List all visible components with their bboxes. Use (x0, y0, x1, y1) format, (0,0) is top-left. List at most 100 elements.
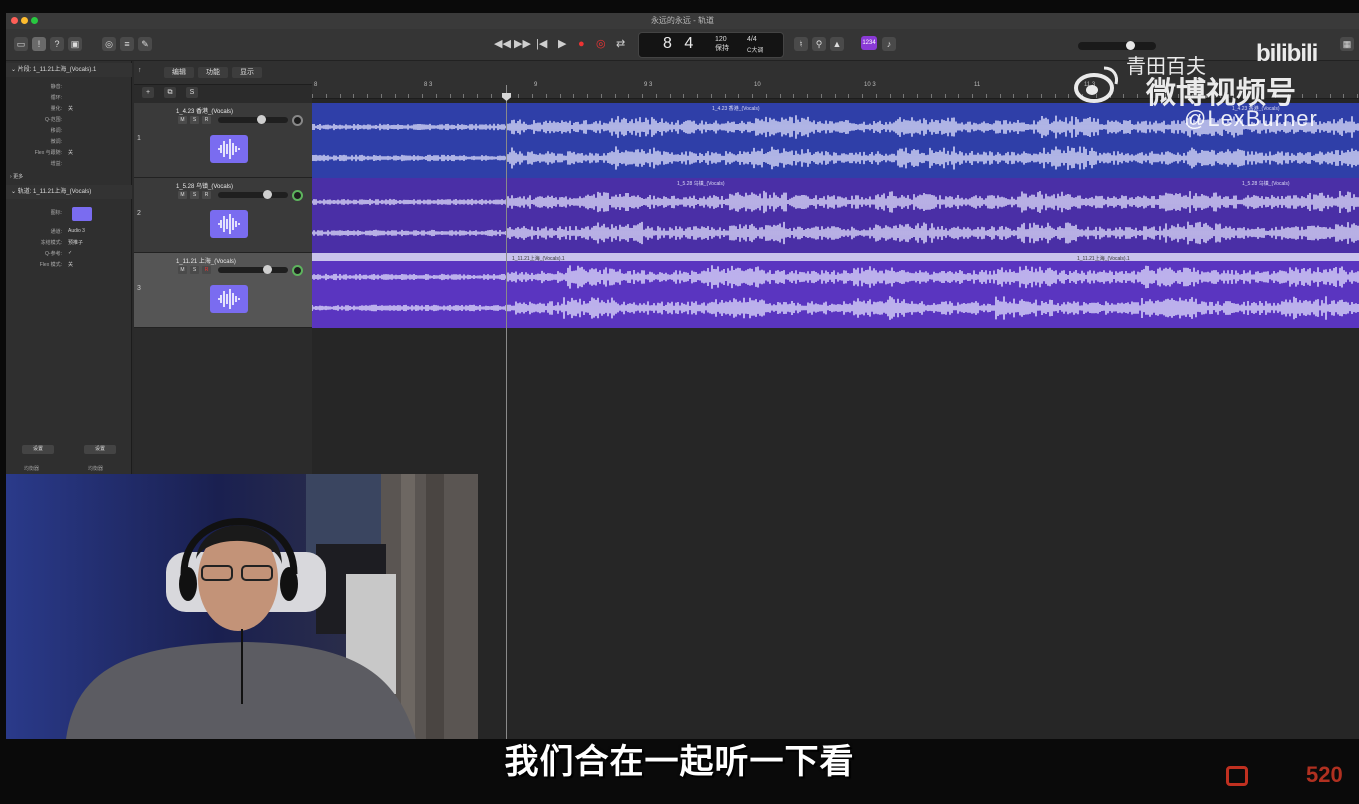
param-key: 冻结模式: (40, 240, 62, 246)
param-key: Q-范围: (45, 117, 62, 123)
mute-button[interactable]: M (178, 266, 187, 274)
track-lane-3[interactable]: 1_11.21上海_(Vocals).1 1_11.21上海_(Vocals).1 (312, 253, 1359, 328)
eq-settings-button-1[interactable]: 设置 (22, 445, 54, 454)
track-volume-fader[interactable] (218, 115, 288, 124)
webcam-overlay (6, 474, 478, 739)
cycle-button[interactable]: ⇄ (616, 38, 625, 50)
eq-settings-button-2[interactable]: 设置 (84, 445, 116, 454)
record-enable-button[interactable]: R (202, 191, 211, 199)
track-menu-0[interactable]: 编辑 (164, 67, 194, 78)
ruler-tick (408, 94, 410, 98)
toolbar-toggle-icon[interactable]: ▣ (68, 37, 82, 51)
track-tool-button[interactable]: ⧉ (164, 87, 176, 98)
tuning-fork-icon[interactable]: ⚲ (812, 37, 826, 51)
ruler-tick (422, 94, 423, 98)
ruler-tick (312, 94, 313, 98)
library-icon[interactable]: ▭ (14, 37, 28, 51)
tempo-value: 120 (715, 36, 727, 43)
ruler-tick (1027, 94, 1028, 98)
waveform-icon (210, 210, 248, 238)
editors-icon[interactable]: ✎ (138, 37, 152, 51)
track-tool-button[interactable]: + (142, 87, 154, 98)
track-number: 3 (137, 285, 141, 292)
mixer-icon[interactable]: ≡ (120, 37, 134, 51)
ruler-tick (1123, 94, 1125, 98)
play-button[interactable]: ▶ (558, 38, 566, 50)
pan-knob[interactable] (292, 115, 303, 126)
track-header-3[interactable]: 3 1_11.21 上海_(Vocals) M S R (134, 253, 312, 328)
track-tool-button[interactable]: S (186, 87, 198, 98)
help-icon[interactable]: ? (50, 37, 64, 51)
solo-button[interactable]: S (190, 116, 199, 124)
ruler-tick (917, 94, 918, 98)
quick-help-icon[interactable]: ! (32, 37, 46, 51)
record-button[interactable]: ● (578, 38, 585, 50)
waveform-icon (210, 285, 248, 313)
master-volume-slider[interactable] (1078, 41, 1156, 50)
fast-forward-button[interactable]: ▶▶ (514, 38, 531, 50)
param-value: Audio 3 (68, 228, 85, 234)
ruler-tick (669, 94, 671, 98)
count-in-badge[interactable]: 1234 (861, 36, 877, 50)
lcd-position: 8 4 (663, 35, 698, 52)
lcd-display[interactable]: 8 4 120 保持 4/4 C大调 (638, 32, 784, 58)
capture-record-button[interactable]: ◎ (596, 38, 606, 50)
region-inspector-header[interactable]: ⌄ 片段: 1_11.21上海_(Vocals).1 (6, 63, 132, 77)
track-volume-knob[interactable] (263, 190, 272, 199)
track-inspector-title: 轨道: 1_11.21上海_(Vocals) (17, 189, 92, 195)
playhead[interactable] (506, 85, 507, 739)
ruler-tick (435, 94, 437, 98)
ruler-tick (573, 94, 575, 98)
mute-button[interactable]: M (178, 191, 187, 199)
mute-button[interactable]: M (178, 116, 187, 124)
ruler-tick (490, 94, 492, 98)
go-to-beginning-button[interactable]: |◀ (536, 38, 547, 50)
back-arrow-icon[interactable]: ↑ (138, 67, 142, 74)
track-header-column: ↑ 编辑 功能 显示 + ⧉ S 1 1_4.23 香港_(Vocals) M S R 2 1_5.2… (134, 61, 312, 475)
tuner-icon[interactable]: ♮ (794, 37, 808, 51)
rewind-button[interactable]: ◀◀ (494, 38, 511, 50)
solo-button[interactable]: S (190, 266, 199, 274)
browser-icon[interactable]: ▦ (1340, 37, 1354, 51)
metronome-toggle-icon[interactable]: ♪ (882, 37, 896, 51)
ruler-tick (683, 94, 685, 98)
webcam-scene (6, 474, 478, 739)
track-menu-1[interactable]: 功能 (198, 67, 228, 78)
track-icon-swatch[interactable] (72, 207, 92, 221)
pan-knob[interactable] (292, 190, 303, 201)
ruler-tick (614, 94, 616, 98)
ruler-tick (1302, 94, 1303, 98)
track-volume-fader[interactable] (218, 190, 288, 199)
track-volume-knob[interactable] (257, 115, 267, 124)
ruler-tick (765, 94, 767, 98)
ruler-tick (1343, 94, 1345, 98)
ruler-tick (903, 94, 905, 98)
track-header-1[interactable]: 1 1_4.23 香港_(Vocals) M S R (134, 103, 312, 178)
master-volume-knob[interactable] (1126, 41, 1135, 50)
audio-waveform (312, 265, 1359, 320)
track-volume-fader[interactable] (218, 265, 288, 274)
track-menu-2[interactable]: 显示 (232, 67, 262, 78)
param-key: 微调: (50, 139, 62, 145)
more-label: 更多 (13, 174, 24, 180)
solo-button[interactable]: S (190, 191, 199, 199)
metronome-icon[interactable]: ▲ (830, 37, 844, 51)
track-inspector-header[interactable]: ⌄ 轨道: 1_11.21上海_(Vocals) (6, 185, 132, 199)
corner-site-logo: 520 (1226, 762, 1350, 790)
ruler-bar-label: 9 3 (644, 82, 653, 88)
track-lane-2[interactable]: 1_5.28 乌镇_(Vocals) 1_5.28 乌镇_(Vocals) (312, 178, 1359, 253)
playhead-handle[interactable] (502, 93, 511, 101)
smart-controls-icon[interactable]: ◎ (102, 37, 116, 51)
pan-knob[interactable] (292, 265, 303, 276)
handle-watermark: @LexBurner (1184, 106, 1318, 131)
video-frame: 永远的永远 - 轨道 ▭ ! ? ▣ ◎ ≡ ✎ ◀◀ ▶▶ |◀ ▶ ● ◎ … (0, 0, 1359, 804)
ruler-tick (972, 94, 973, 98)
param-key: 循环: (50, 95, 62, 101)
track-header-2[interactable]: 2 1_5.28 乌镇_(Vocals) M S R (134, 178, 312, 253)
track-volume-knob[interactable] (263, 265, 272, 274)
more-toggle[interactable]: › 更多 (10, 173, 136, 180)
record-enable-button[interactable]: R (202, 266, 211, 274)
ruler-tick (875, 94, 877, 98)
ruler-tick (587, 94, 588, 98)
record-enable-button[interactable]: R (202, 116, 211, 124)
